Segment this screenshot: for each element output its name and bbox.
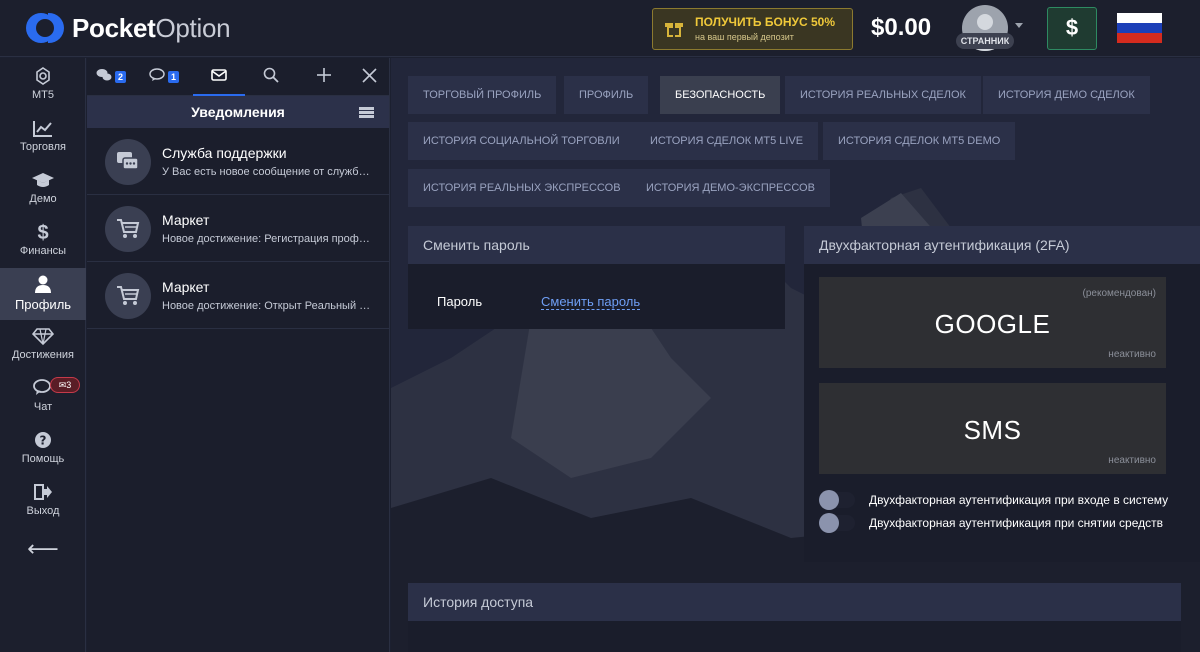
recommended-label: (рекомендован): [1082, 288, 1156, 299]
withdraw-2fa-toggle[interactable]: [819, 513, 855, 533]
notification-text: Новое достижение: Открыт Реальный счет: [162, 300, 374, 312]
envelope-icon: [211, 68, 227, 85]
tab-social-trading-history[interactable]: История социальной торговли: [408, 122, 635, 160]
sms-2fa-title: SMS: [963, 415, 1022, 445]
help-icon: ?: [0, 430, 86, 452]
login-2fa-toggle-row: Двухфакторная аутентификация при входе в…: [819, 490, 1168, 510]
password-label: Пароль: [437, 294, 483, 309]
logo-text: PocketOption: [72, 12, 231, 43]
deposit-button[interactable]: $: [1047, 7, 1097, 50]
collapse-arrow-icon[interactable]: ⟵: [0, 536, 86, 562]
cart-icon: [105, 206, 151, 252]
bonus-button[interactable]: ПОЛУЧИТЬ БОНУС 50% на ваш первый депозит: [652, 8, 853, 50]
plus-icon: [316, 67, 332, 87]
two-factor-card: Двухфакторная аутентификация (2FA) (реко…: [804, 226, 1200, 562]
gift-icon: [665, 20, 683, 38]
tab-profile[interactable]: Профиль: [564, 76, 649, 114]
search-icon: [263, 67, 279, 87]
tab-demo-trades-history[interactable]: История демо сделок: [983, 76, 1150, 114]
withdraw-2fa-toggle-row: Двухфакторная аутентификация при снятии …: [819, 513, 1163, 533]
dollar-icon: $: [37, 222, 49, 244]
chat-bubble-icon: [149, 68, 165, 86]
sidebar: MT5 Торговля Демо $ Финансы Профиль Дост…: [0, 58, 86, 652]
sms-2fa-option[interactable]: SMS неактивно: [819, 383, 1166, 474]
support-chat-icon: [105, 139, 151, 185]
toggle-label: Двухфакторная аутентификация при снятии …: [869, 516, 1163, 530]
tab-comments[interactable]: 2: [96, 58, 127, 96]
tab-trading-profile[interactable]: Торговый профиль: [408, 76, 557, 114]
panel-title: Уведомления: [191, 104, 285, 120]
bonus-subtitle: на ваш первый депозит: [695, 32, 794, 42]
notification-text: У Вас есть новое сообщение от службы под…: [162, 166, 374, 178]
notification-item[interactable]: Маркет Новое достижение: Открыт Реальный…: [87, 262, 389, 329]
card-title: История доступа: [408, 583, 1181, 621]
notification-title: Служба поддержки: [162, 145, 287, 161]
graduation-cap-icon: [0, 170, 86, 192]
comments-icon: [96, 68, 112, 86]
bonus-title: ПОЛУЧИТЬ БОНУС 50%: [695, 15, 835, 29]
access-history-card: История доступа: [408, 583, 1181, 652]
sidebar-item-demo[interactable]: Демо: [0, 164, 86, 216]
tab-security[interactable]: Безопасность: [660, 76, 781, 114]
user-status-badge: СТРАННИК: [956, 33, 1014, 49]
notifications-panel: 2 1 Уведомления Служба поддержки У Вас е…: [87, 58, 390, 652]
chat-count: 1: [168, 71, 180, 83]
close-panel-button[interactable]: [362, 58, 377, 96]
google-2fa-title: GOOGLE: [934, 309, 1051, 339]
chart-icon: [0, 118, 86, 140]
tab-demo-express-history[interactable]: История демо-экспрессов: [631, 169, 830, 207]
sidebar-item-trading[interactable]: Торговля: [0, 112, 86, 164]
logout-icon: [0, 482, 86, 504]
toggle-label: Двухфакторная аутентификация при входе в…: [869, 493, 1169, 507]
notification-title: Маркет: [162, 212, 210, 228]
list-icon[interactable]: [359, 107, 374, 118]
notification-item[interactable]: Служба поддержки У Вас есть новое сообще…: [87, 128, 389, 195]
main-content: Торговый профиль Профиль Безопасность Ис…: [391, 58, 1200, 652]
user-icon: [0, 274, 86, 296]
add-button[interactable]: [316, 58, 332, 96]
notification-title: Маркет: [162, 279, 210, 295]
tab-notifications[interactable]: [193, 58, 245, 96]
russian-flag-icon[interactable]: [1117, 13, 1162, 43]
sidebar-item-achievements[interactable]: Достижения: [0, 320, 86, 372]
comments-count: 2: [115, 71, 127, 83]
close-icon: [362, 67, 377, 87]
logo[interactable]: PocketOption: [26, 12, 231, 43]
sidebar-item-logout[interactable]: Выход: [0, 476, 86, 528]
svg-text:?: ?: [40, 434, 47, 448]
tab-search[interactable]: [263, 58, 279, 96]
tab-mt5-demo-history[interactable]: История сделок MT5 Demo: [823, 122, 1016, 160]
cart-icon: [105, 273, 151, 319]
card-title: Сменить пароль: [408, 226, 785, 264]
login-2fa-toggle[interactable]: [819, 490, 855, 510]
notification-text: Новое достижение: Регистрация профиля: [162, 233, 374, 245]
sidebar-item-chat[interactable]: ✉3 Чат: [0, 372, 86, 424]
google-2fa-status: неактивно: [1108, 349, 1156, 360]
notification-item[interactable]: Маркет Новое достижение: Регистрация про…: [87, 195, 389, 262]
change-password-card: Сменить пароль Пароль Сменить пароль: [408, 226, 785, 329]
card-title: Двухфакторная аутентификация (2FA): [804, 226, 1200, 264]
mt5-icon: [0, 66, 86, 88]
change-password-link[interactable]: Сменить пароль: [541, 294, 641, 310]
tab-mt5-live-history[interactable]: История сделок MT5 Live: [635, 122, 819, 160]
sidebar-item-help[interactable]: ? Помощь: [0, 424, 86, 476]
sidebar-item-mt5[interactable]: MT5: [0, 60, 86, 112]
sidebar-item-profile[interactable]: Профиль: [0, 268, 86, 320]
google-2fa-option[interactable]: (рекомендован) GOOGLE неактивно: [819, 277, 1166, 368]
sms-2fa-status: неактивно: [1108, 455, 1156, 466]
tab-chat[interactable]: 1: [149, 58, 180, 96]
diamond-icon: [0, 326, 86, 348]
balance[interactable]: $0.00: [871, 14, 931, 42]
chevron-down-icon[interactable]: [1015, 23, 1023, 28]
top-header: PocketOption ПОЛУЧИТЬ БОНУС 50% на ваш п…: [0, 0, 1200, 57]
chat-unread-badge: ✉3: [50, 377, 80, 393]
panel-tabs: 2 1: [87, 58, 389, 96]
sidebar-item-finance[interactable]: $ Финансы: [0, 216, 86, 268]
tab-real-express-history[interactable]: История реальных экспрессов: [408, 169, 636, 207]
panel-title-bar: Уведомления: [87, 96, 389, 128]
tab-real-trades-history[interactable]: История реальных сделок: [785, 76, 981, 114]
logo-mark-icon: [26, 13, 64, 43]
